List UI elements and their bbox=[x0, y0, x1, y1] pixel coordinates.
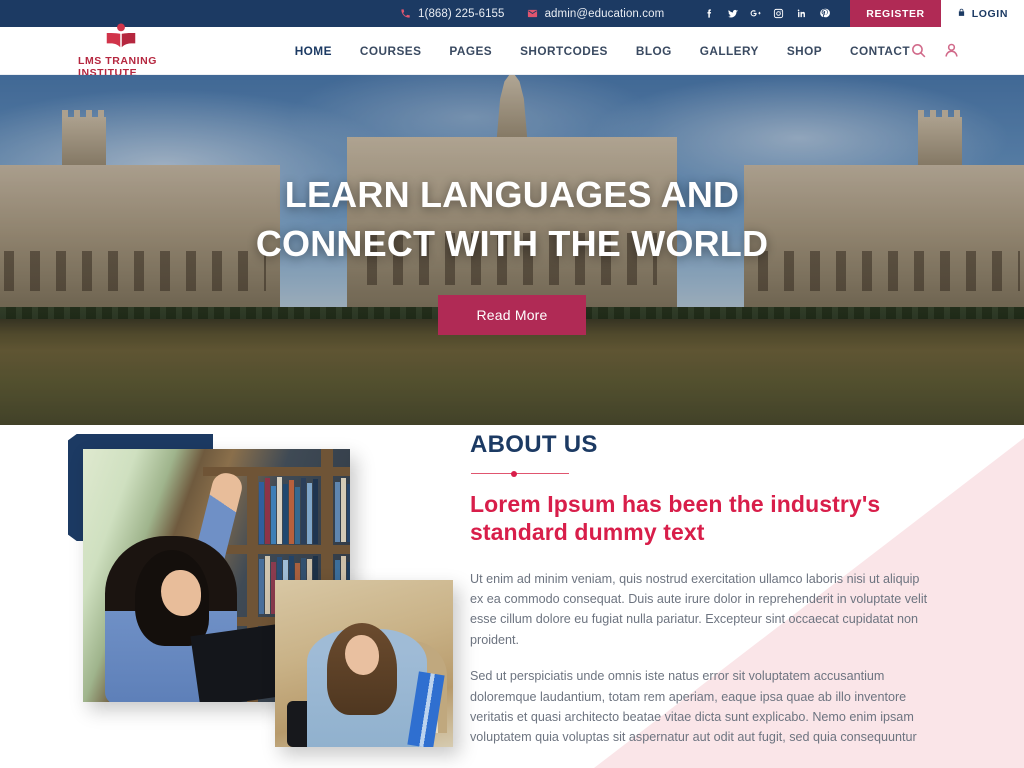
about-section: ABOUT US Lorem Ipsum has been the indust… bbox=[0, 425, 1024, 768]
about-paragraph-1: Ut enim ad minim veniam, quis nostrud ex… bbox=[470, 571, 928, 647]
envelope-icon bbox=[527, 8, 538, 19]
nav-item-contact[interactable]: CONTACT bbox=[850, 44, 910, 58]
about-image-collage bbox=[0, 425, 470, 768]
about-heading-line-2: standard dummy text bbox=[470, 519, 705, 546]
about-paragraph-2: Sed ut perspiciatis unde omnis iste natu… bbox=[470, 669, 917, 745]
student-face bbox=[345, 635, 379, 675]
topbar-contact-group: 1(868) 225-6155 admin@education.com bbox=[400, 0, 664, 27]
google-plus-icon[interactable] bbox=[744, 0, 767, 27]
linkedin-icon[interactable] bbox=[790, 0, 813, 27]
lock-icon bbox=[957, 7, 966, 21]
header-action-icons bbox=[910, 42, 960, 59]
hero-banner: LEARN LANGUAGES AND CONNECT WITH THE WOR… bbox=[0, 75, 1024, 425]
open-book-icon bbox=[103, 22, 139, 54]
nav-item-home[interactable]: HOME bbox=[295, 44, 332, 58]
phone-number: 1(868) 225-6155 bbox=[418, 7, 505, 20]
social-links bbox=[698, 0, 836, 27]
hero-title-line-2: CONNECT WITH THE WORLD bbox=[255, 222, 769, 264]
nav-item-courses[interactable]: COURSES bbox=[360, 44, 422, 58]
email-address: admin@education.com bbox=[544, 7, 665, 20]
nav-item-blog[interactable]: BLOG bbox=[636, 44, 672, 58]
hero-read-more-button[interactable]: Read More bbox=[438, 294, 586, 335]
pinterest-icon[interactable] bbox=[813, 0, 836, 27]
about-section-title: ABOUT US bbox=[470, 431, 598, 458]
library-person-face bbox=[161, 570, 201, 616]
search-icon[interactable] bbox=[910, 42, 927, 59]
about-text-column: ABOUT US Lorem Ipsum has been the indust… bbox=[470, 425, 970, 768]
user-icon[interactable] bbox=[943, 42, 960, 59]
site-logo[interactable]: LMS TRANING INSTITUTE bbox=[78, 22, 164, 79]
title-divider bbox=[471, 470, 569, 477]
register-button[interactable]: REGISTER bbox=[850, 0, 941, 27]
library-books bbox=[259, 476, 319, 544]
email-link[interactable]: admin@education.com bbox=[527, 8, 665, 20]
student-holding-notebooks-photo bbox=[275, 580, 453, 747]
twitter-icon[interactable] bbox=[721, 0, 744, 27]
hero-content: LEARN LANGUAGES AND CONNECT WITH THE WOR… bbox=[0, 75, 1024, 425]
phone-link[interactable]: 1(868) 225-6155 bbox=[400, 8, 505, 20]
nav-item-shop[interactable]: SHOP bbox=[787, 44, 822, 58]
divider-dot bbox=[511, 470, 517, 477]
nav-item-gallery[interactable]: GALLERY bbox=[700, 44, 759, 58]
login-button[interactable]: LOGIN bbox=[940, 0, 1024, 27]
nav-item-pages[interactable]: PAGES bbox=[449, 44, 492, 58]
library-books bbox=[335, 476, 350, 542]
hero-title-line-1: LEARN LANGUAGES AND bbox=[284, 174, 740, 215]
about-heading: Lorem Ipsum has been the industry's stan… bbox=[470, 490, 970, 547]
hero-title: LEARN LANGUAGES AND CONNECT WITH THE WOR… bbox=[256, 171, 768, 269]
library-person-tablet bbox=[190, 624, 286, 702]
nav-item-shortcodes[interactable]: SHORTCODES bbox=[520, 44, 608, 58]
facebook-icon[interactable] bbox=[698, 0, 721, 27]
login-label: LOGIN bbox=[971, 7, 1008, 20]
about-heading-line-1: Lorem Ipsum has been the industry's bbox=[470, 491, 881, 517]
instagram-icon[interactable] bbox=[767, 0, 790, 27]
main-navigation: HOME COURSES PAGES SHORTCODES BLOG GALLE… bbox=[295, 44, 910, 58]
site-header: LMS TRANING INSTITUTE HOME COURSES PAGES… bbox=[0, 22, 1024, 79]
phone-icon bbox=[400, 8, 411, 19]
